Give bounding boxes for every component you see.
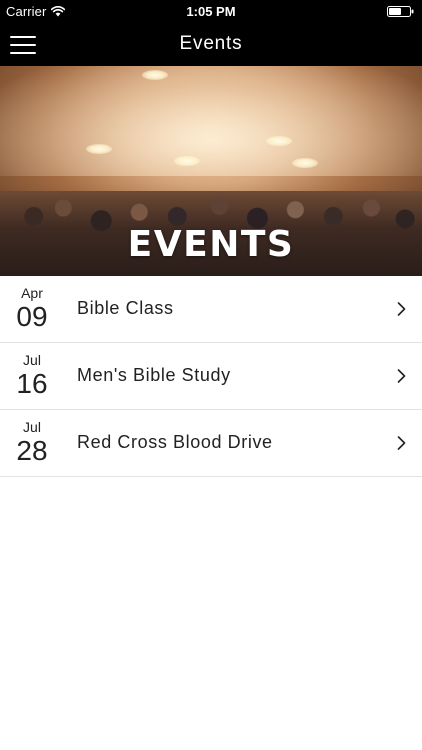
page-title: Events: [179, 33, 243, 54]
nav-bar: Events: [0, 22, 422, 66]
menu-line: [10, 52, 36, 54]
chevron-right-icon: [397, 436, 406, 450]
event-list: Apr 09 Bible Class Jul 16 Men's Bible St…: [0, 276, 422, 477]
event-date: Apr 09: [0, 285, 64, 333]
event-title: Bible Class: [77, 298, 174, 318]
event-date: Jul 28: [0, 419, 64, 467]
event-month: Apr: [21, 285, 43, 301]
battery-icon: [387, 6, 414, 17]
hero-ceiling: [0, 66, 422, 176]
event-month: Jul: [23, 419, 41, 435]
event-day: 16: [16, 368, 48, 399]
ceiling-light: [292, 158, 318, 168]
event-day: 09: [16, 301, 48, 332]
menu-line: [10, 44, 36, 46]
event-title: Red Cross Blood Drive: [77, 432, 273, 452]
status-time: 1:05 PM: [186, 4, 236, 19]
ceiling-light: [266, 136, 292, 146]
event-date: Jul 16: [0, 352, 64, 400]
hero-banner-text: EVENTS: [127, 224, 295, 265]
status-bar: Carrier 1:05 PM: [0, 0, 422, 22]
chevron-right-icon: [397, 369, 406, 383]
hamburger-menu-icon[interactable]: [10, 33, 38, 55]
event-row-red-cross-blood-drive[interactable]: Jul 28 Red Cross Blood Drive: [0, 410, 422, 477]
event-month: Jul: [23, 352, 41, 368]
event-row-bible-class[interactable]: Apr 09 Bible Class: [0, 276, 422, 343]
event-row-mens-bible-study[interactable]: Jul 16 Men's Bible Study: [0, 343, 422, 410]
chevron-right-icon: [397, 302, 406, 316]
ceiling-light: [86, 144, 112, 154]
hero-banner-image: EVENTS: [0, 66, 422, 276]
event-title: Men's Bible Study: [77, 365, 231, 385]
ceiling-light: [142, 70, 168, 80]
ceiling-light: [174, 156, 200, 166]
menu-line: [10, 36, 36, 38]
event-day: 28: [16, 435, 48, 466]
